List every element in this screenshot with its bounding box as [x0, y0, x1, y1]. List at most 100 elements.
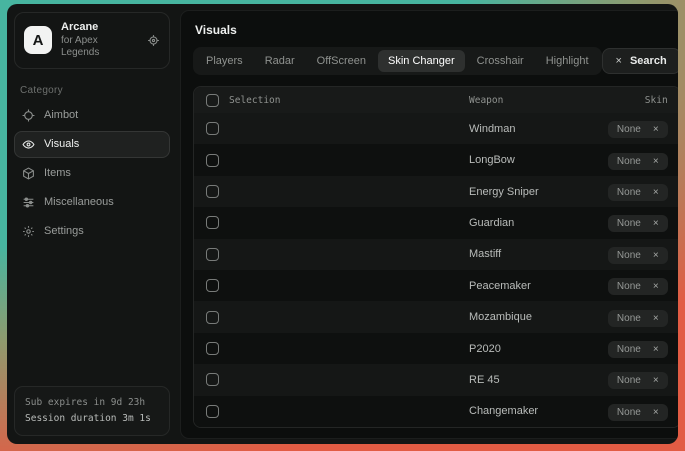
app-subtitle: for Apex Legends	[61, 35, 138, 60]
sidebar-item[interactable]: Settings	[14, 218, 170, 245]
skin-value: None	[617, 407, 641, 418]
gear-icon[interactable]	[147, 34, 160, 47]
sliders-icon	[22, 196, 35, 209]
table-row[interactable]: RE 45 None ×	[194, 364, 678, 395]
skin-table: Selection Weapon Skin Windman None ×	[193, 86, 678, 428]
skin-select-pill[interactable]: None ×	[608, 278, 668, 295]
weapon-name: Changemaker	[339, 405, 608, 417]
sidebar-item[interactable]: Visuals	[14, 131, 170, 158]
sidebar-item-label: Miscellaneous	[44, 196, 114, 208]
weapon-name: P2020	[339, 343, 608, 355]
skin-select-pill[interactable]: None ×	[608, 404, 668, 421]
cube-icon	[22, 167, 35, 180]
sub-expiry-text: Sub expires in 9d 23h	[25, 395, 159, 411]
search-button[interactable]: × Search	[602, 48, 678, 74]
skin-select-pill[interactable]: None ×	[608, 215, 668, 232]
table-row[interactable]: Mozambique None ×	[194, 301, 678, 332]
row-checkbox[interactable]	[206, 122, 219, 135]
app-window: A Arcane for Apex Legends Category Aimbo…	[7, 4, 678, 444]
skin-value: None	[617, 344, 641, 355]
remove-skin-icon[interactable]: ×	[653, 156, 659, 167]
remove-skin-icon[interactable]: ×	[653, 344, 659, 355]
weapon-column-header: Weapon	[339, 95, 645, 106]
weapon-name: Peacemaker	[339, 280, 608, 292]
skin-value: None	[617, 187, 641, 198]
tab[interactable]: OffScreen	[307, 50, 376, 72]
row-checkbox[interactable]	[206, 373, 219, 386]
row-checkbox[interactable]	[206, 311, 219, 324]
remove-skin-icon[interactable]: ×	[653, 218, 659, 229]
table-body: Windman None × LongBow	[194, 113, 678, 427]
tab[interactable]: Skin Changer	[378, 50, 465, 72]
skin-select-pill[interactable]: None ×	[608, 121, 668, 138]
category-label: Category	[20, 85, 164, 96]
weapon-name: Energy Sniper	[339, 186, 608, 198]
table-row[interactable]: Windman None ×	[194, 113, 678, 144]
skin-select-pill[interactable]: None ×	[608, 341, 668, 358]
remove-skin-icon[interactable]: ×	[653, 313, 659, 324]
sidebar-item[interactable]: Aimbot	[14, 102, 170, 129]
table-row[interactable]: Energy Sniper None ×	[194, 176, 678, 207]
skin-value: None	[617, 124, 641, 135]
skin-value: None	[617, 281, 641, 292]
sidebar-item-label: Items	[44, 167, 71, 179]
main-panel: Visuals Players Radar OffScreen Skin Cha…	[180, 10, 678, 439]
weapon-name: Windman	[339, 123, 608, 135]
row-checkbox[interactable]	[206, 248, 219, 261]
tab[interactable]: Crosshair	[467, 50, 534, 72]
remove-skin-icon[interactable]: ×	[653, 250, 659, 261]
skin-select-pill[interactable]: None ×	[608, 247, 668, 264]
remove-skin-icon[interactable]: ×	[653, 187, 659, 198]
remove-skin-icon[interactable]: ×	[653, 281, 659, 292]
selection-column-header: Selection	[229, 95, 339, 106]
tab[interactable]: Highlight	[536, 50, 599, 72]
table-row[interactable]: Guardian None ×	[194, 207, 678, 238]
remove-skin-icon[interactable]: ×	[653, 407, 659, 418]
remove-skin-icon[interactable]: ×	[653, 124, 659, 135]
skin-value: None	[617, 375, 641, 386]
app-name: Arcane	[61, 21, 138, 35]
row-checkbox[interactable]	[206, 154, 219, 167]
page-title: Visuals	[195, 23, 678, 37]
tab[interactable]: Players	[196, 50, 253, 72]
row-checkbox[interactable]	[206, 216, 219, 229]
toolbar: Players Radar OffScreen Skin Changer Cro…	[193, 47, 678, 75]
sidebar-item[interactable]: Miscellaneous	[14, 189, 170, 216]
tab[interactable]: Radar	[255, 50, 305, 72]
row-checkbox[interactable]	[206, 342, 219, 355]
table-row[interactable]: Changemaker None ×	[194, 396, 678, 427]
skin-value: None	[617, 156, 641, 167]
skin-select-pill[interactable]: None ×	[608, 310, 668, 327]
row-checkbox[interactable]	[206, 279, 219, 292]
sidebar: A Arcane for Apex Legends Category Aimbo…	[7, 4, 177, 444]
table-row[interactable]: LongBow None ×	[194, 144, 678, 175]
sidebar-item-label: Aimbot	[44, 109, 78, 121]
table-row[interactable]: Peacemaker None ×	[194, 270, 678, 301]
crosshair-icon	[22, 109, 35, 122]
sidebar-item-label: Settings	[44, 225, 84, 237]
table-row[interactable]: P2020 None ×	[194, 333, 678, 364]
app-logo: A	[24, 26, 52, 54]
row-checkbox[interactable]	[206, 185, 219, 198]
row-checkbox[interactable]	[206, 405, 219, 418]
weapon-name: LongBow	[339, 154, 608, 166]
skin-select-pill[interactable]: None ×	[608, 184, 668, 201]
sidebar-item[interactable]: Items	[14, 160, 170, 187]
weapon-name: RE 45	[339, 374, 608, 386]
remove-skin-icon[interactable]: ×	[653, 375, 659, 386]
select-all-checkbox[interactable]	[206, 94, 219, 107]
gear-icon	[22, 225, 35, 238]
table-row[interactable]: Mastiff None ×	[194, 239, 678, 270]
search-icon: ×	[616, 55, 622, 67]
session-duration-text: Session duration 3m 1s	[25, 411, 159, 427]
tab-bar: Players Radar OffScreen Skin Changer Cro…	[193, 47, 602, 75]
weapon-name: Mastiff	[339, 248, 608, 260]
weapon-name: Mozambique	[339, 311, 608, 323]
skin-column-header: Skin	[645, 95, 668, 106]
skin-select-pill[interactable]: None ×	[608, 372, 668, 389]
skin-select-pill[interactable]: None ×	[608, 153, 668, 170]
table-header-row: Selection Weapon Skin	[194, 87, 678, 113]
skin-value: None	[617, 250, 641, 261]
skin-value: None	[617, 313, 641, 324]
skin-value: None	[617, 218, 641, 229]
